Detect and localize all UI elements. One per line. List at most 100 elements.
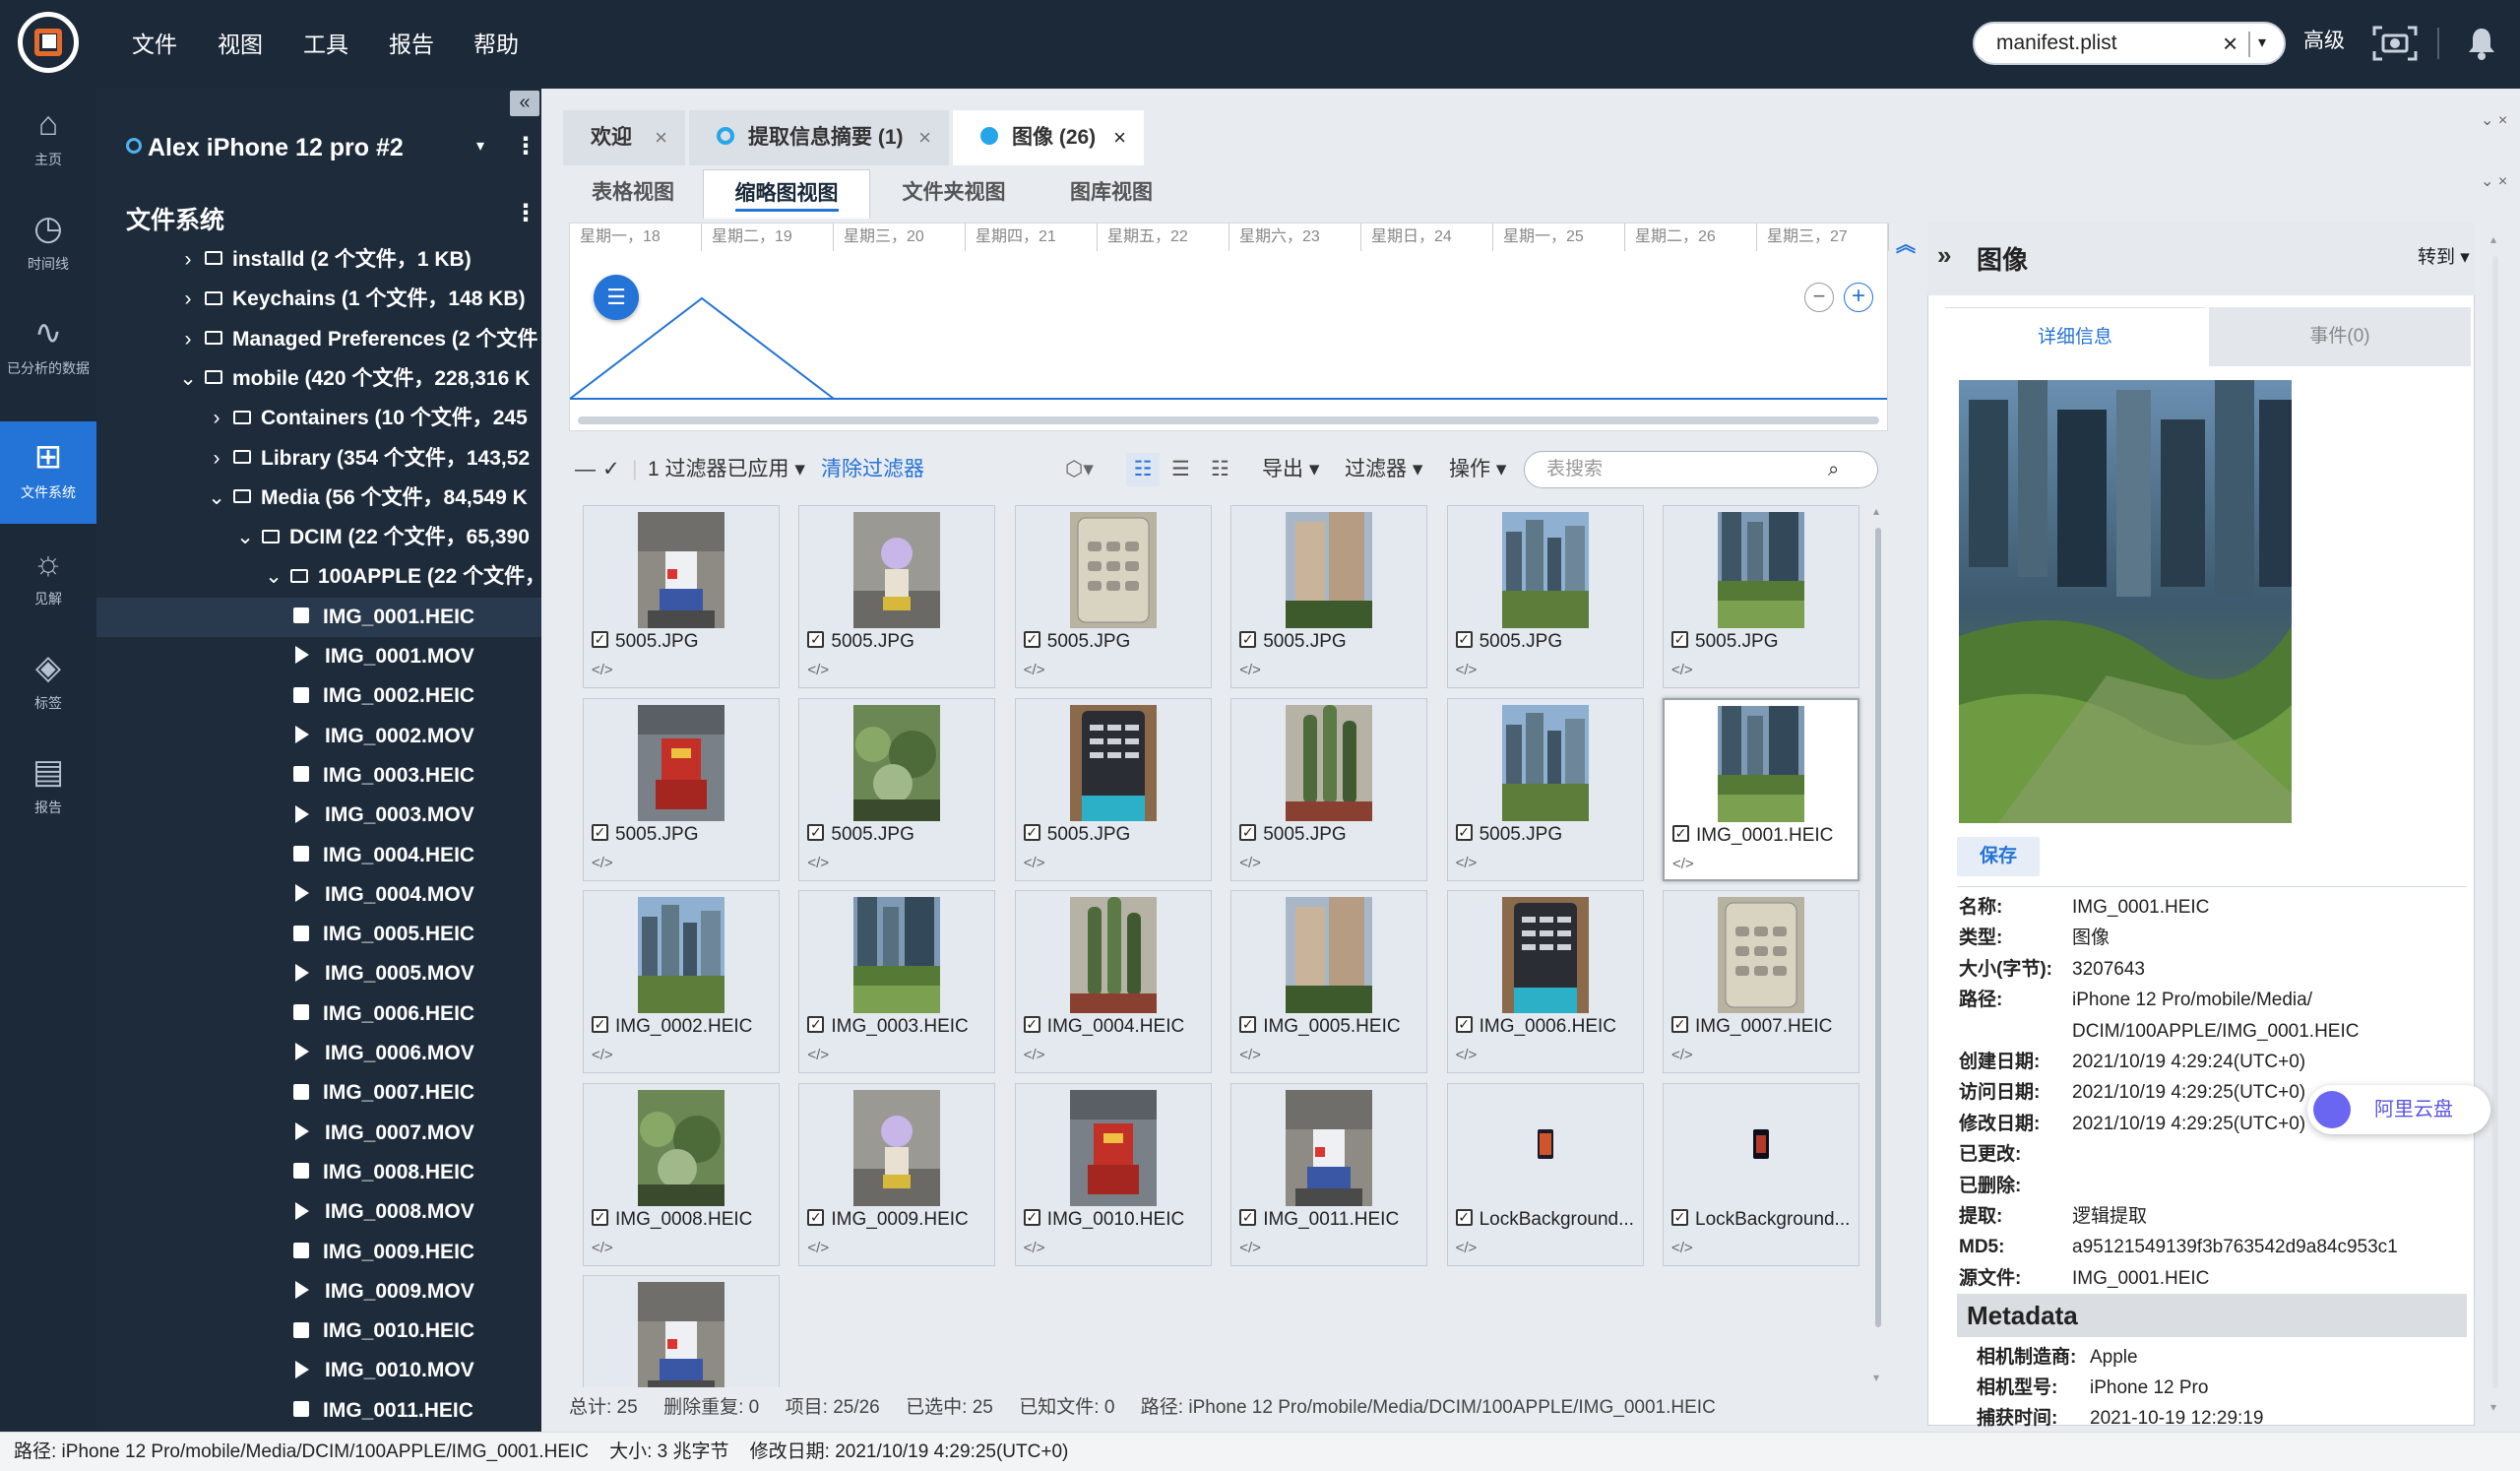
chevron-icon[interactable]: › xyxy=(175,280,201,319)
tree-file[interactable]: IMG_0002.MOV xyxy=(96,717,541,756)
checkbox-checked[interactable]: ✓ xyxy=(592,1208,608,1226)
checkbox-checked[interactable]: ✓ xyxy=(1239,823,1257,841)
expand-panel-icon[interactable]: » xyxy=(1937,240,1951,271)
subtab-gallery[interactable]: 图库视图 xyxy=(1038,169,1185,219)
view-checklist-icon[interactable]: ☰ xyxy=(1171,445,1190,494)
thumbnail-card[interactable]: ✓ 5005.JPG </> xyxy=(798,697,996,881)
nav-reports[interactable]: ▤ 报告 xyxy=(0,736,96,839)
code-icon[interactable]: </> xyxy=(1024,855,1045,871)
nav-timeline[interactable]: ◷ 时间线 xyxy=(0,193,96,295)
code-icon[interactable]: </> xyxy=(807,662,829,678)
tree-folder[interactable]: ⌄ 100APPLE (22 个文件， xyxy=(96,557,541,597)
code-icon[interactable]: </> xyxy=(1672,856,1694,872)
thumbnail-card[interactable]: ✓ 5005.JPG </> xyxy=(1446,505,1644,688)
checkbox-checked[interactable]: ✓ xyxy=(807,1016,825,1034)
menu-tools[interactable]: 工具 xyxy=(303,0,348,89)
chevron-icon[interactable]: ⌄ xyxy=(232,518,258,557)
nav-home[interactable]: ⌂ 主页 xyxy=(0,89,96,191)
code-icon[interactable]: </> xyxy=(592,662,613,678)
code-icon[interactable]: </> xyxy=(1239,855,1261,871)
checkbox-checked[interactable]: ✓ xyxy=(807,631,825,649)
tree-folder[interactable]: › Library (354 个文件，143,52 xyxy=(96,439,541,479)
checkbox-checked[interactable]: ✓ xyxy=(1023,631,1040,649)
tree-file[interactable]: IMG_0007.MOV xyxy=(96,1114,541,1153)
subtab-folder[interactable]: 文件夹视图 xyxy=(880,169,1028,219)
aliyun-floating-button[interactable]: 阿里云盘 xyxy=(2307,1085,2490,1134)
tree-folder[interactable]: › Containers (10 个文件，245 xyxy=(96,399,541,438)
screenshot-icon[interactable] xyxy=(2372,26,2418,61)
checkbox-checked[interactable]: ✓ xyxy=(1671,1016,1688,1034)
zoom-out-button[interactable]: − xyxy=(1804,283,1834,312)
tree-folder[interactable]: › installd (2 个文件，1 KB) xyxy=(96,240,541,280)
advanced-search-button[interactable]: 高级 xyxy=(2303,0,2345,83)
code-icon[interactable]: </> xyxy=(1456,1240,1478,1256)
checkbox-checked[interactable]: ✓ xyxy=(807,823,825,841)
clear-search-icon[interactable]: × xyxy=(2223,24,2237,63)
tree-file[interactable]: IMG_0005.HEIC xyxy=(96,915,541,954)
subtab-thumbnail[interactable]: 缩略图视图 xyxy=(703,169,870,219)
thumbnail-card[interactable]: ✓ LockBackground... </> xyxy=(1446,1082,1644,1266)
filter-dropdown[interactable]: 过滤器 ▾ xyxy=(1345,445,1422,494)
thumbnail-card[interactable]: ✓ IMG_0007.HEIC </> xyxy=(1663,890,1859,1073)
chevron-icon[interactable]: › xyxy=(204,439,229,479)
thumbnail-card[interactable]: ✓ 5005.JPG </> xyxy=(1663,505,1859,688)
thumbnail-card[interactable]: ✓ IMG_0001.HEIC </> xyxy=(1663,697,1859,881)
tree-file[interactable]: IMG_0001.MOV xyxy=(96,637,541,676)
tree-file[interactable]: IMG_0008.HEIC xyxy=(96,1153,541,1192)
tabs-menu-icon[interactable]: ⌄ × xyxy=(2481,110,2507,130)
checkbox-checked[interactable]: ✓ xyxy=(1023,1208,1040,1226)
checkbox-checked[interactable]: ✓ xyxy=(1239,1208,1257,1226)
tree-file[interactable]: IMG_0011.HEIC xyxy=(96,1391,541,1431)
search-icon[interactable]: ⌕ xyxy=(1828,452,1839,487)
search-dropdown-icon[interactable]: ▾ xyxy=(2258,24,2266,63)
collapse-panel-button[interactable]: « xyxy=(510,91,539,116)
device-more-icon[interactable]: ⋮ xyxy=(514,132,537,160)
code-icon[interactable]: </> xyxy=(1671,662,1693,678)
checkbox-checked[interactable]: ✓ xyxy=(1455,1208,1473,1226)
tree-file[interactable]: IMG_0008.MOV xyxy=(96,1192,541,1232)
code-icon[interactable]: </> xyxy=(1024,1047,1045,1063)
list-icon[interactable]: ☰ xyxy=(594,275,639,320)
tree-file[interactable]: IMG_0003.MOV xyxy=(96,796,541,835)
tree-file[interactable]: IMG_0002.HEIC xyxy=(96,676,541,716)
nav-analyzed-data[interactable]: ∿ 已分析的数据 xyxy=(0,297,96,400)
code-icon[interactable]: </> xyxy=(1024,662,1045,678)
tab-welcome[interactable]: 欢迎 × xyxy=(563,110,685,165)
filter-applied-dropdown[interactable]: 1 过滤器已应用 ▾ xyxy=(648,445,805,494)
save-button[interactable]: 保存 xyxy=(1957,837,2040,876)
checkbox-checked[interactable]: ✓ xyxy=(807,1208,825,1226)
tab-events[interactable]: 事件(0) xyxy=(2209,307,2471,366)
device-dropdown-icon[interactable]: ▾ xyxy=(476,136,484,156)
tab-images[interactable]: 图像 (26) × xyxy=(953,110,1144,165)
thumbnail-card[interactable]: ✓ 5005.JPG </> xyxy=(798,505,996,688)
close-icon[interactable]: × xyxy=(655,110,667,165)
clear-filter-link[interactable]: 清除过滤器 xyxy=(821,445,924,494)
chevron-icon[interactable]: › xyxy=(175,320,201,359)
code-icon[interactable]: </> xyxy=(1024,1240,1045,1256)
tree-file[interactable]: IMG_0003.HEIC xyxy=(96,756,541,796)
zoom-in-button[interactable]: + xyxy=(1844,283,1873,312)
checkbox-checked[interactable]: ✓ xyxy=(1239,1016,1257,1034)
global-search-input[interactable]: manifest.plist × ▾ xyxy=(1973,22,2286,65)
collapse-up-icon[interactable]: ︽ xyxy=(1896,228,1916,257)
view-list-detailed-icon[interactable]: ☷ xyxy=(1126,453,1160,486)
chevron-icon[interactable]: › xyxy=(175,240,201,280)
bell-icon[interactable] xyxy=(2467,26,2496,61)
close-icon[interactable]: × xyxy=(918,110,931,165)
deselect-all-icon[interactable]: — xyxy=(575,445,596,494)
checkbox-checked[interactable]: ✓ xyxy=(1023,1016,1040,1034)
timeline-scrollbar[interactable] xyxy=(578,416,1879,424)
thumbnail-card[interactable]: ✓ IMG_0002.HEIC </> xyxy=(583,890,780,1073)
tree-folder[interactable]: ⌄ Media (56 个文件，84,549 K xyxy=(96,479,541,518)
thumbnail-card[interactable]: ✓ IMG_0003.HEIC </> xyxy=(798,890,996,1073)
code-icon[interactable]: </> xyxy=(1239,662,1261,678)
code-icon[interactable]: </> xyxy=(807,855,829,871)
checkbox-checked[interactable]: ✓ xyxy=(1671,631,1688,649)
subtab-table[interactable]: 表格视图 xyxy=(569,169,697,219)
thumbnail-card[interactable]: ✓ 5005.JPG </> xyxy=(1230,697,1428,881)
tree-file[interactable]: IMG_0007.HEIC xyxy=(96,1073,541,1113)
nav-tags[interactable]: ◈ 标签 xyxy=(0,632,96,735)
menu-file[interactable]: 文件 xyxy=(132,0,177,89)
code-icon[interactable]: </> xyxy=(592,1047,613,1063)
close-icon[interactable]: × xyxy=(1113,110,1126,165)
